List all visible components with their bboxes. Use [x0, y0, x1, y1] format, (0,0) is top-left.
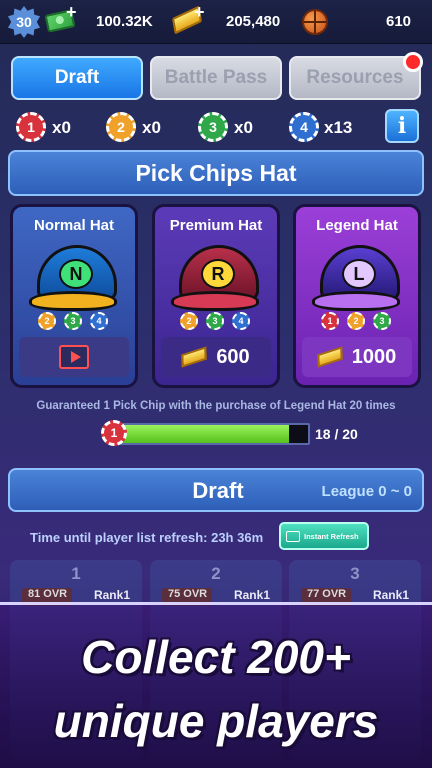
legend-hat-card[interactable]: Legend Hat L 1000: [293, 204, 421, 388]
instant-refresh-button[interactable]: Instant Refresh: [279, 522, 369, 550]
gold-bar-icon: [181, 346, 208, 368]
legend-hat-chip-1-icon: 1: [321, 312, 339, 330]
instant-refresh-label: Instant Refresh: [304, 531, 359, 541]
league-range: League 0 ~ 0: [321, 483, 412, 500]
normal-hat-letter: N: [69, 263, 83, 284]
gold-value: 205,480: [226, 13, 281, 30]
premium-hat-letter: R: [211, 263, 225, 284]
chip-1-icon: 1: [16, 112, 46, 142]
chip-2-count: x0: [142, 118, 161, 137]
legend-hat-label: Legend Hat: [316, 217, 398, 234]
legend-progress-fill: [118, 425, 289, 443]
normal-hat-chip-3-icon: 3: [64, 312, 82, 330]
premium-hat-price: 600: [216, 345, 250, 368]
tab-battle-pass-label: Battle Pass: [164, 67, 268, 88]
basketball-value: 610: [386, 13, 412, 30]
chip-4-number: 4: [300, 119, 308, 135]
info-button[interactable]: i: [385, 109, 419, 143]
notification-dot: [403, 52, 423, 72]
legend-hat-icon: L: [312, 245, 406, 317]
video-icon: [286, 530, 300, 542]
chip-3-count: x0: [234, 118, 253, 137]
chip-1-number: 1: [27, 119, 35, 135]
chip-4-count: x13: [324, 118, 353, 137]
top-resource-bar: 30 + 100.32K + 205,480 610: [0, 0, 432, 44]
premium-hat-chip-4-icon: 4: [232, 312, 250, 330]
premium-hat-buy-button[interactable]: 600: [161, 337, 271, 377]
normal-hat-label: Normal Hat: [33, 217, 115, 234]
normal-hat-card[interactable]: Normal Hat N: [10, 204, 138, 388]
chip-1-count: x0: [52, 118, 71, 137]
info-icon: i: [397, 113, 407, 139]
promo-line-1: Collect 200+: [81, 631, 351, 683]
premium-hat-chip-2-icon: 2: [180, 312, 198, 330]
chip-2-number: 2: [117, 119, 125, 135]
pick-chips-hat-banner: Pick Chips Hat: [8, 150, 424, 196]
add-gold-icon[interactable]: +: [194, 2, 205, 23]
premium-hat-chip-3-icon: 3: [206, 312, 224, 330]
tab-resources[interactable]: Resources: [289, 56, 421, 100]
chip-1-icon: 1: [101, 420, 127, 446]
add-cash-icon[interactable]: +: [66, 2, 77, 23]
draft-banner: Draft League 0 ~ 0: [8, 468, 424, 512]
player-rank: Rank1: [372, 588, 409, 602]
premium-hat-card[interactable]: Premium Hat R 600: [152, 204, 280, 388]
premium-hat-label: Premium Hat: [169, 217, 263, 234]
level-badge[interactable]: 30: [8, 6, 40, 38]
tab-draft-label: Draft: [54, 67, 100, 88]
normal-hat-icon: N: [29, 245, 123, 317]
pick-chips-hat-title: Pick Chips Hat: [135, 159, 297, 186]
slot-number: 2: [211, 564, 221, 583]
player-rank: Rank1: [233, 588, 270, 602]
normal-hat-chip-2-icon: 2: [38, 312, 56, 330]
legend-progress-text: 18 / 20: [315, 426, 358, 442]
cash-value: 100.32K: [96, 13, 153, 30]
tab-resources-label: Resources: [306, 67, 404, 88]
guarantee-text: Guaranteed 1 Pick Chip with the purchase…: [36, 400, 396, 412]
video-icon: [59, 345, 89, 369]
chip-4-icon: 4: [289, 112, 319, 142]
legend-hat-price: 1000: [351, 345, 397, 368]
tab-draft[interactable]: Draft: [11, 56, 143, 100]
normal-hat-chip-4-icon: 4: [90, 312, 108, 330]
tab-battle-pass[interactable]: Battle Pass: [150, 56, 282, 100]
premium-hat-icon: R: [171, 245, 265, 317]
legend-hat-letter: L: [353, 263, 365, 284]
promo-line-2: unique players: [53, 695, 379, 747]
slot-number: 3: [350, 564, 360, 583]
refresh-timer: Time until player list refresh: 23h 36m: [30, 530, 264, 545]
normal-hat-watch-video[interactable]: [19, 337, 129, 377]
legend-hat-chip-3-icon: 3: [373, 312, 391, 330]
legend-hat-chip-2-icon: 2: [347, 312, 365, 330]
legend-hat-buy-button[interactable]: 1000: [302, 337, 412, 377]
level-value: 30: [16, 14, 32, 30]
chip-2-icon: 2: [106, 112, 136, 142]
basketball-icon: [302, 9, 328, 35]
slot-number: 1: [71, 564, 81, 583]
gold-bar-icon: [316, 346, 343, 368]
chip-3-icon: 3: [198, 112, 228, 142]
chip-3-number: 3: [209, 119, 217, 135]
legend-progress-bar: [116, 423, 310, 445]
player-rank: Rank1: [93, 588, 130, 602]
